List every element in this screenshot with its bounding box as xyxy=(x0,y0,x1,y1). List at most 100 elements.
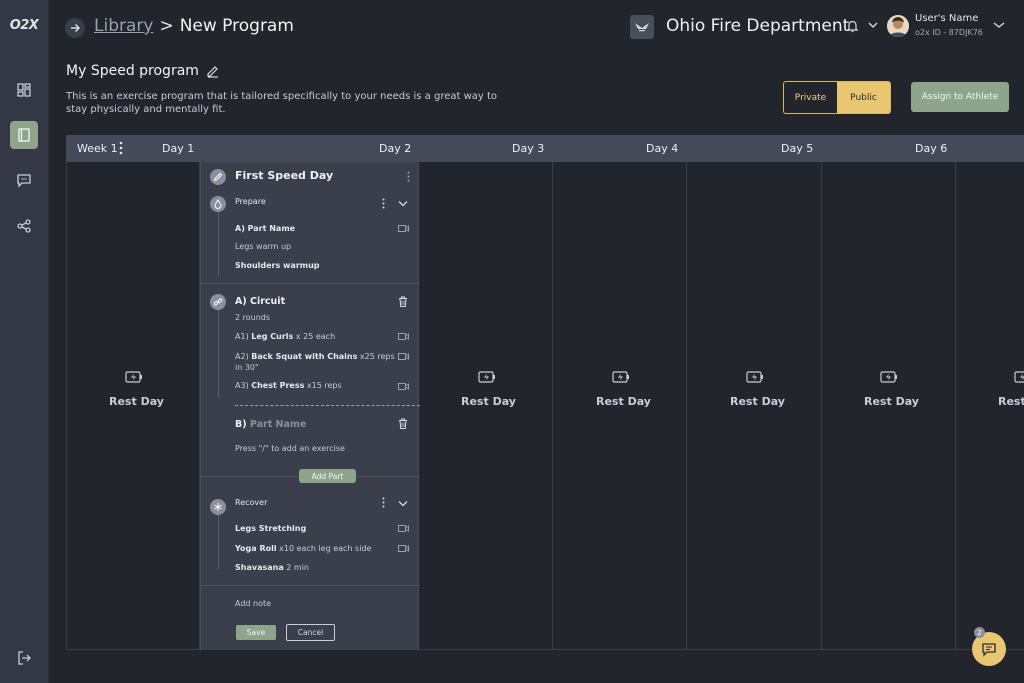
dashed-divider xyxy=(235,405,420,406)
card-title[interactable]: First Speed Day xyxy=(235,169,333,182)
prepare-item[interactable]: Legs warm up xyxy=(235,242,291,251)
camera-icon[interactable] xyxy=(398,225,409,232)
circuit-label[interactable]: A) Circuit xyxy=(235,296,285,307)
camera-icon[interactable] xyxy=(398,353,409,360)
chat-icon xyxy=(17,174,31,188)
add-note-input[interactable]: Add note xyxy=(235,599,271,608)
dashboard-icon xyxy=(17,83,31,97)
edit-circle[interactable] xyxy=(210,169,226,185)
divider xyxy=(201,283,420,284)
recover-label: Recover xyxy=(235,498,268,507)
chat-badge: 2 xyxy=(974,627,985,638)
day-header-5: Day 5 xyxy=(781,142,814,155)
eagle-icon xyxy=(635,23,649,32)
trash-icon[interactable] xyxy=(398,418,408,429)
user-menu-chevron-icon[interactable] xyxy=(993,21,1005,29)
recover-item[interactable]: Yoga Roll x10 each leg each side xyxy=(235,544,371,553)
camera-icon[interactable] xyxy=(398,333,409,340)
chevron-down-icon[interactable] xyxy=(868,21,878,29)
prepare-chevron-icon[interactable] xyxy=(398,200,408,207)
card-kebab-icon[interactable] xyxy=(407,171,410,182)
logout-icon xyxy=(18,651,31,665)
rest-day-label: Rest Day xyxy=(998,395,1024,408)
battery-charging-icon xyxy=(125,371,142,383)
circuit-rounds: 2 rounds xyxy=(235,313,271,322)
assign-to-athlete-button[interactable]: Assign to Athlete xyxy=(911,82,1009,112)
battery-charging-icon xyxy=(478,371,495,383)
workout-card[interactable]: First Speed Day Prepare A) Part Name Leg… xyxy=(200,162,420,650)
day-header-2: Day 2 xyxy=(379,142,412,155)
cancel-button[interactable]: Cancel xyxy=(286,624,335,641)
public-option[interactable]: Public xyxy=(837,82,890,113)
circuit-line xyxy=(218,310,219,398)
program-description: This is an exercise program that is tail… xyxy=(66,91,498,115)
camera-icon[interactable] xyxy=(398,545,409,552)
back-button[interactable] xyxy=(65,18,85,38)
save-button[interactable]: Save xyxy=(236,625,276,640)
battery-charging-icon xyxy=(1014,371,1024,383)
camera-icon[interactable] xyxy=(398,383,409,390)
recover-circle xyxy=(210,499,226,515)
week-label[interactable]: Week 1 xyxy=(77,142,118,155)
chat-bubble-icon xyxy=(982,642,996,657)
prepare-label: Prepare xyxy=(235,197,266,206)
divider xyxy=(201,585,420,586)
prepare-item[interactable]: Shoulders warmup xyxy=(235,261,320,270)
drop-icon xyxy=(214,199,222,209)
prepare-part-name[interactable]: A) Part Name xyxy=(235,224,295,233)
week-header xyxy=(66,135,1024,162)
snowflake-icon xyxy=(214,503,222,511)
day-header-4: Day 4 xyxy=(646,142,679,155)
org-logo xyxy=(630,15,654,39)
link-icon xyxy=(213,298,223,306)
recover-kebab-icon[interactable] xyxy=(382,497,385,508)
week-kebab-icon[interactable] xyxy=(119,141,123,155)
circuit-exercise[interactable]: A2) Back Squat with Chains x25 reps xyxy=(235,352,395,361)
avatar[interactable] xyxy=(887,15,909,37)
day-header-1: Day 1 xyxy=(162,142,195,155)
breadcrumb-separator: > xyxy=(159,16,174,36)
trash-icon[interactable] xyxy=(398,296,408,307)
breadcrumb-library-link[interactable]: Library xyxy=(94,16,153,36)
recover-item[interactable]: Legs Stretching xyxy=(235,524,306,533)
circuit-exercise[interactable]: A1) Leg Curls x 25 each xyxy=(235,332,335,341)
prepare-circle xyxy=(210,196,226,212)
recover-line xyxy=(218,515,219,569)
private-option[interactable]: Private xyxy=(784,82,837,113)
notebook-icon xyxy=(18,128,30,142)
recover-item[interactable]: Shavasana 2 min xyxy=(235,563,309,572)
day-header-3: Day 3 xyxy=(512,142,545,155)
prepare-kebab-icon[interactable] xyxy=(382,198,385,209)
logout-button[interactable] xyxy=(10,644,38,672)
dashboard-nav-button[interactable] xyxy=(10,76,38,104)
bell-icon[interactable] xyxy=(846,19,859,33)
battery-charging-icon xyxy=(612,371,629,383)
page-title: New Program xyxy=(179,16,294,36)
rest-day-label: Rest Day xyxy=(730,395,785,408)
edit-icon[interactable] xyxy=(206,64,220,78)
library-nav-button[interactable] xyxy=(10,121,38,149)
prepare-line xyxy=(218,212,219,276)
user-id: o2x ID - 87DJK76 xyxy=(915,28,983,37)
circuit-circle xyxy=(210,294,226,310)
circuit-exercise-detail: in 30" xyxy=(235,363,259,372)
user-avatar-image xyxy=(887,15,909,37)
user-name: User's Name xyxy=(915,13,979,24)
battery-charging-icon xyxy=(746,371,763,383)
sidebar: O2X xyxy=(0,0,49,683)
top-bar: Library > New Program Ohio Fire Department… xyxy=(48,0,1024,56)
add-part-button[interactable]: Add Part xyxy=(299,469,356,483)
day-header-6: Day 6 xyxy=(915,142,948,155)
messages-nav-button[interactable] xyxy=(10,166,38,194)
rest-day-label: Rest Day xyxy=(596,395,651,408)
program-title: My Speed program xyxy=(66,63,199,79)
recover-chevron-icon[interactable] xyxy=(398,500,408,507)
rest-day-label: Rest Day xyxy=(461,395,516,408)
rest-day-label: Rest Day xyxy=(864,395,919,408)
share-nav-button[interactable] xyxy=(10,212,38,240)
part-b-input[interactable]: B) Part Name xyxy=(235,419,306,430)
o2x-logo[interactable]: O2X xyxy=(9,18,39,38)
camera-icon[interactable] xyxy=(398,525,409,532)
org-name[interactable]: Ohio Fire Department xyxy=(666,16,849,36)
circuit-exercise[interactable]: A3) Chest Press x15 reps xyxy=(235,381,342,390)
